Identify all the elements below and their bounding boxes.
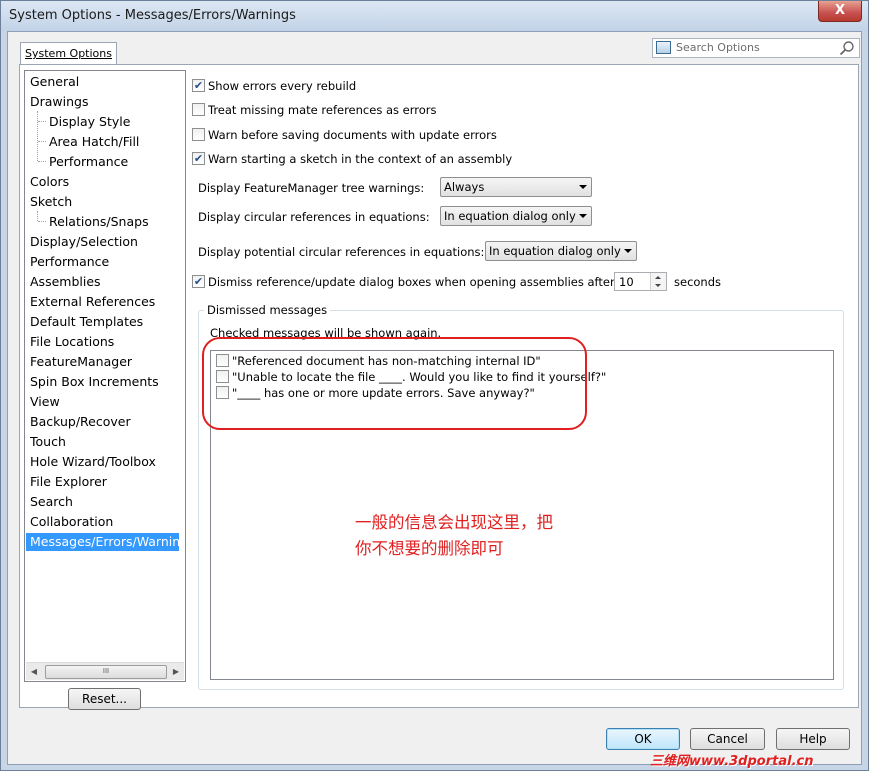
highlight-oval [202, 337, 587, 430]
checkbox-checked[interactable]: ✔ [192, 275, 205, 288]
tree-item-sketch[interactable]: Sketch [30, 194, 72, 209]
spin-up-icon[interactable] [655, 276, 661, 279]
annotation-line: 一般的信息会出现这里，把 [355, 513, 553, 532]
select-value: Always [444, 180, 485, 194]
tree-item-file-locations[interactable]: File Locations [30, 334, 114, 349]
ok-button[interactable]: OK [606, 728, 680, 750]
dismiss-seconds-spinbox[interactable]: 10 [614, 272, 667, 291]
tree-warnings-label: Display FeatureManager tree warnings: [198, 181, 425, 195]
tree-horizontal-scrollbar[interactable]: ◀ III ▶ [26, 662, 184, 680]
option-label: Show errors every rebuild [208, 79, 357, 93]
scroll-right-arrow-icon[interactable]: ▶ [168, 663, 184, 680]
chevron-down-icon [624, 249, 632, 253]
tree-item-area-hatch-fill[interactable]: Area Hatch/Fill [49, 134, 139, 149]
options-list-icon [656, 41, 671, 54]
circular-references-select[interactable]: In equation dialog only [440, 206, 592, 226]
annotation-line: 你不想要的删除即可 [355, 539, 504, 558]
option-label: Warn starting a sketch in the context of… [208, 152, 513, 166]
tree-item-search[interactable]: Search [30, 494, 73, 509]
checkbox-unchecked[interactable] [192, 103, 205, 116]
checkbox-checked[interactable]: ✔ [192, 79, 205, 92]
close-button[interactable]: X [818, 1, 862, 22]
tree-item-colors[interactable]: Colors [30, 174, 69, 189]
tree-connector [37, 211, 38, 221]
tree-item-messages-errors-warnings[interactable]: Messages/Errors/Warnings [26, 533, 185, 551]
tab-system-options[interactable]: System Options [20, 42, 117, 65]
checkbox-checked[interactable]: ✔ [192, 152, 205, 165]
tree-item-relations-snaps[interactable]: Relations/Snaps [49, 214, 149, 229]
select-value: In equation dialog only [444, 209, 576, 223]
spin-value: 10 [619, 275, 634, 289]
tree-item-touch[interactable]: Touch [30, 434, 66, 449]
tree-warnings-select[interactable]: Always [440, 177, 592, 197]
chevron-down-icon [579, 185, 587, 189]
tree-connector [38, 121, 46, 122]
tree-item-hole-wizard-toolbox[interactable]: Hole Wizard/Toolbox [30, 454, 156, 469]
tree-item-drawings-performance[interactable]: Performance [49, 154, 128, 169]
tree-item-collaboration[interactable]: Collaboration [30, 514, 113, 529]
help-button[interactable]: Help [776, 728, 850, 750]
tree-item-backup-recover[interactable]: Backup/Recover [30, 414, 131, 429]
tree-connector [38, 161, 46, 162]
tree-connector [38, 141, 46, 142]
search-input[interactable]: Search Options [652, 38, 860, 58]
title-bar[interactable]: System Options - Messages/Errors/Warning… [1, 1, 868, 31]
select-value: In equation dialog only [489, 244, 621, 258]
scroll-left-arrow-icon[interactable]: ◀ [26, 663, 42, 680]
option-label: Dismiss reference/update dialog boxes wh… [208, 275, 619, 289]
watermark: 三维网www.3dportal.cn [650, 754, 814, 769]
tree-item-file-explorer[interactable]: File Explorer [30, 474, 107, 489]
tree-item-general[interactable]: General [30, 74, 79, 89]
tree-item-default-templates[interactable]: Default Templates [30, 314, 143, 329]
tree-item-performance[interactable]: Performance [30, 254, 109, 269]
potential-circular-label: Display potential circular references in… [198, 245, 485, 259]
scroll-thumb[interactable]: III [45, 665, 167, 679]
spin-buttons[interactable] [650, 273, 666, 290]
tree-item-drawings[interactable]: Drawings [30, 94, 89, 109]
option-label: Treat missing mate references as errors [208, 103, 437, 117]
window-title: System Options - Messages/Errors/Warning… [9, 8, 296, 23]
tree-item-assemblies[interactable]: Assemblies [30, 274, 101, 289]
checkbox-unchecked[interactable] [192, 128, 205, 141]
chevron-down-icon [579, 214, 587, 218]
search-icon[interactable] [839, 40, 855, 56]
seconds-label: seconds [674, 275, 722, 289]
tree-item-display-selection[interactable]: Display/Selection [30, 234, 138, 249]
annotation-text: 一般的信息会出现这里，把 你不想要的删除即可 [355, 510, 615, 562]
dismissed-messages-title: Dismissed messages [204, 303, 331, 317]
tree-item-view[interactable]: View [30, 394, 60, 409]
potential-circular-select[interactable]: In equation dialog only [485, 241, 637, 261]
options-tree[interactable]: General Drawings Display Style Area Hatc… [24, 70, 186, 682]
option-label: Warn before saving documents with update… [208, 128, 497, 142]
tree-item-display-style[interactable]: Display Style [49, 114, 130, 129]
spin-down-icon[interactable] [655, 284, 661, 287]
cancel-button[interactable]: Cancel [690, 728, 765, 750]
tree-item-spin-box-increments[interactable]: Spin Box Increments [30, 374, 159, 389]
tree-item-featuremanager[interactable]: FeatureManager [30, 354, 132, 369]
reset-button[interactable]: Reset... [68, 688, 141, 710]
tree-item-external-references[interactable]: External References [30, 294, 155, 309]
tree-connector [38, 221, 46, 222]
tree-connector [37, 111, 38, 161]
circular-references-label: Display circular references in equations… [198, 210, 430, 224]
search-placeholder: Search Options [676, 41, 760, 54]
